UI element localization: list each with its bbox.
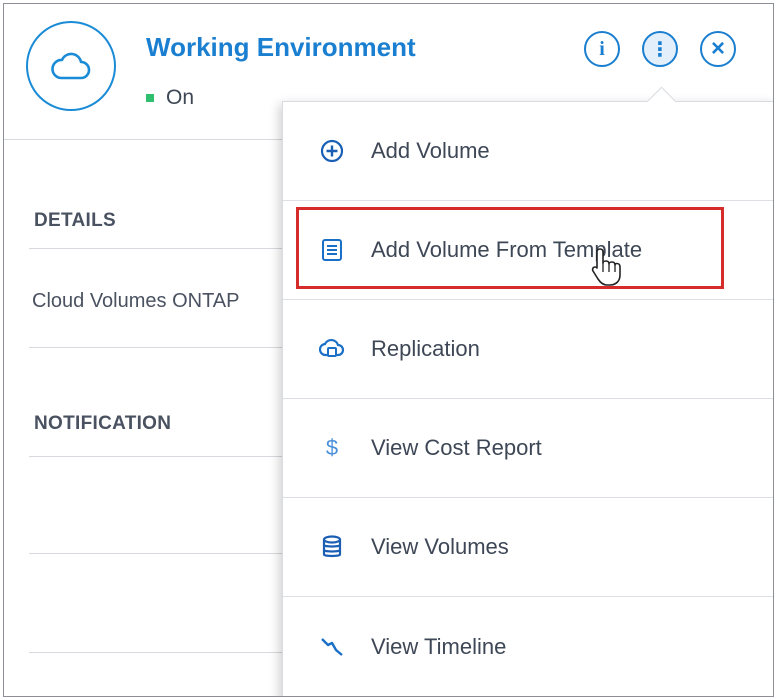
add-circle-icon — [319, 138, 345, 164]
info-button[interactable]: i — [584, 31, 620, 67]
menu-item-replication[interactable]: Replication — [283, 300, 773, 399]
info-icon: i — [599, 37, 605, 60]
cloud-icon — [26, 21, 116, 111]
replication-icon — [319, 336, 345, 362]
notification-heading: NOTIFICATION — [34, 413, 172, 434]
status-text: On — [166, 86, 195, 109]
menu-item-add-volume[interactable]: Add Volume — [283, 102, 773, 201]
close-icon: × — [710, 35, 725, 62]
dollar-icon: $ — [325, 435, 339, 460]
close-button[interactable]: × — [700, 31, 736, 67]
status-indicator — [146, 94, 154, 102]
status-badge: On — [146, 86, 194, 110]
menu-item-view-cost-report[interactable]: $ View Cost Report — [283, 399, 773, 498]
menu-item-label: View Timeline — [371, 633, 507, 659]
hand-cursor-icon — [591, 247, 621, 293]
menu-item-label: Add Volume — [371, 138, 490, 163]
more-vertical-icon: ⋮ — [650, 38, 670, 61]
document-icon — [319, 237, 345, 263]
page-title: Working Environment — [146, 32, 416, 62]
working-environment-panel: Working Environment On i ⋮ × DETAILS Clo… — [3, 3, 774, 697]
actions-menu: Add Volume Add Volume From Template Repl… — [282, 86, 773, 696]
more-actions-button[interactable]: ⋮ — [642, 31, 678, 67]
menu-item-label: Replication — [371, 336, 480, 361]
details-value: Cloud Volumes ONTAP — [32, 290, 240, 312]
menu-item-add-volume-from-template[interactable]: Add Volume From Template — [283, 201, 773, 300]
details-heading: DETAILS — [34, 210, 116, 231]
menu-item-view-volumes[interactable]: View Volumes — [283, 498, 773, 597]
database-icon — [319, 534, 345, 560]
menu-item-view-timeline[interactable]: View Timeline — [283, 597, 773, 696]
timeline-icon — [319, 634, 345, 660]
menu-item-label: View Cost Report — [371, 435, 542, 460]
menu-item-label: View Volumes — [371, 534, 509, 559]
